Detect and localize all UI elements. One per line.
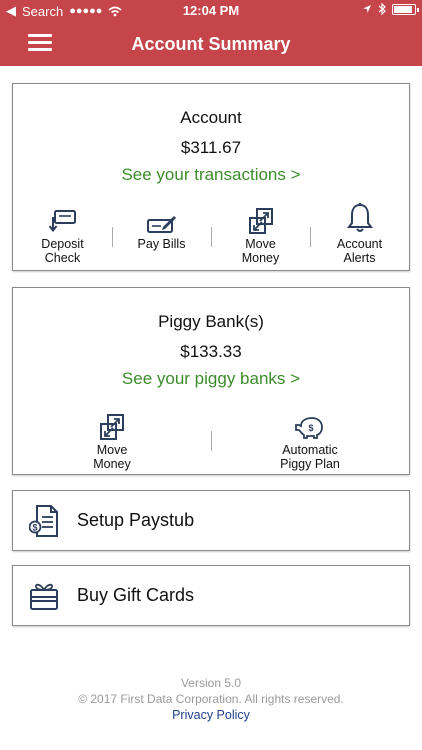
- action-divider: [112, 227, 113, 247]
- action-divider: [211, 227, 212, 247]
- see-piggy-banks-link[interactable]: See your piggy banks >: [13, 369, 409, 389]
- account-card: Account $311.67 See your transactions > …: [12, 83, 410, 271]
- pay-bills-button[interactable]: Pay Bills: [112, 204, 211, 265]
- privacy-policy-link[interactable]: Privacy Policy: [0, 708, 422, 722]
- location-icon: [363, 5, 371, 13]
- piggy-bank-title: Piggy Bank(s): [158, 312, 264, 331]
- automatic-piggy-plan-label: Automatic Piggy Plan: [280, 443, 340, 471]
- account-balance: $311.67: [180, 138, 242, 157]
- pay-bills-icon: [146, 216, 176, 233]
- action-divider: [211, 431, 212, 451]
- move-money-icon: [100, 414, 124, 440]
- move-money-label: Move Money: [241, 237, 280, 265]
- gift-card-icon: [30, 583, 58, 610]
- setup-paystub-row[interactable]: $ Setup Paystub: [12, 490, 410, 551]
- piggy-bank-icon: $: [295, 417, 323, 439]
- piggy-bank-balance: $133.33: [180, 342, 242, 361]
- setup-paystub-label: Setup Paystub: [77, 510, 195, 530]
- action-divider: [310, 227, 311, 247]
- account-alerts-button[interactable]: Account Alerts: [310, 203, 409, 265]
- status-bar: ◀ Search ●●●●● 12:04 PM: [0, 0, 422, 22]
- svg-text:$: $: [32, 523, 37, 533]
- deposit-check-icon: [48, 210, 76, 233]
- battery-icon: [392, 3, 419, 15]
- deposit-check-button[interactable]: Deposit Check: [13, 204, 112, 265]
- version-text: Version 5.0: [180, 676, 242, 690]
- piggy-bank-card: Piggy Bank(s) $133.33 See your piggy ban…: [12, 287, 410, 475]
- see-transactions-link[interactable]: See your transactions >: [13, 165, 409, 185]
- copyright-text: © 2017 First Data Corporation. All right…: [78, 692, 344, 706]
- paystub-icon: $: [28, 505, 58, 537]
- piggy-move-money-label: Move Money: [93, 443, 131, 471]
- account-title: Account: [180, 108, 242, 127]
- bell-icon: [346, 203, 373, 232]
- svg-text:$: $: [308, 423, 313, 433]
- nav-bar: Account Summary: [0, 22, 422, 66]
- account-alerts-label: Account Alerts: [336, 237, 383, 265]
- bluetooth-icon: [378, 3, 386, 15]
- pay-bills-label: Pay Bills: [137, 237, 186, 251]
- move-money-button[interactable]: Move Money: [211, 204, 310, 265]
- automatic-piggy-plan-button[interactable]: $ Automatic Piggy Plan: [211, 410, 409, 471]
- deposit-check-label: Deposit Check: [41, 237, 84, 265]
- page-title: Account Summary: [131, 34, 291, 54]
- buy-gift-cards-label: Buy Gift Cards: [77, 585, 195, 605]
- move-money-icon: [248, 208, 273, 234]
- buy-gift-cards-row[interactable]: Buy Gift Cards: [12, 565, 410, 626]
- clock: 12:04 PM: [182, 3, 240, 18]
- piggy-move-money-button[interactable]: Move Money: [13, 410, 211, 471]
